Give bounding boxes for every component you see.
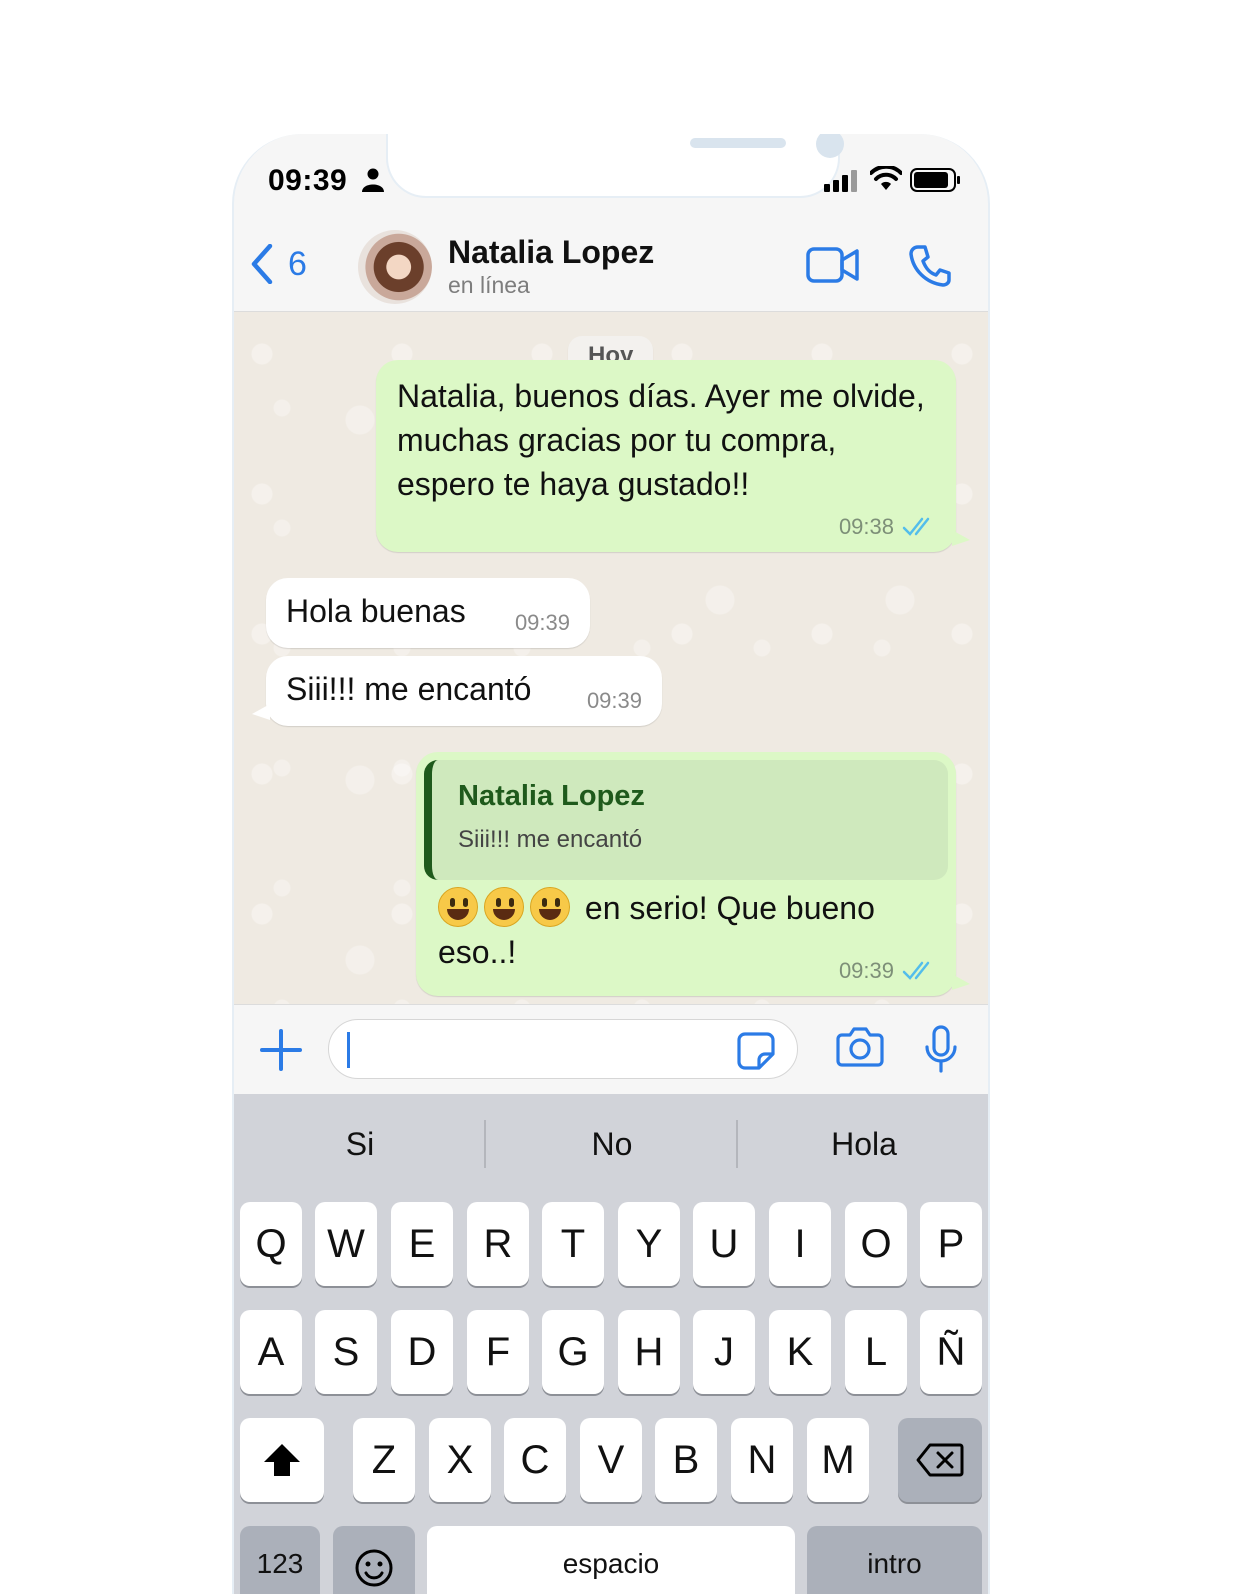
key-h[interactable]: H — [618, 1310, 680, 1394]
message-time: 09:39 — [586, 688, 642, 713]
key-r[interactable]: R — [467, 1202, 529, 1286]
key-y[interactable]: Y — [618, 1202, 680, 1286]
message-incoming[interactable]: Siii!!! me encantó 09:39 — [252, 656, 662, 726]
space-key[interactable]: espacio — [427, 1526, 795, 1594]
backspace-icon — [916, 1443, 964, 1477]
key-e[interactable]: E — [391, 1202, 453, 1286]
grinning-face-emoji — [484, 887, 524, 927]
plus-icon[interactable] — [260, 1029, 302, 1071]
key-t[interactable]: T — [542, 1202, 604, 1286]
key-m[interactable]: M — [807, 1418, 869, 1502]
avatar[interactable] — [358, 230, 432, 304]
microphone-icon[interactable] — [924, 1025, 958, 1073]
person-icon — [362, 168, 384, 192]
message-text: Siii!!! me encantó — [286, 671, 532, 707]
back-count: 6 — [288, 244, 307, 283]
message-input-bar — [234, 1004, 988, 1094]
double-check-icon — [902, 517, 930, 536]
video-call-icon[interactable] — [806, 246, 860, 284]
emoji-icon — [355, 1549, 393, 1587]
message-incoming[interactable]: Hola buenas 09:39 — [266, 578, 590, 648]
key-u[interactable]: U — [693, 1202, 755, 1286]
suggestion-3[interactable]: Hola — [738, 1094, 988, 1194]
key-v[interactable]: V — [580, 1418, 642, 1502]
key-p[interactable]: P — [920, 1202, 982, 1286]
message-time: 09:39 — [838, 958, 894, 983]
battery-icon — [910, 168, 960, 192]
keyboard: Si No Hola Q W E R T Y U I O P A S D F G… — [234, 1094, 988, 1594]
key-q[interactable]: Q — [240, 1202, 302, 1286]
key-i[interactable]: I — [769, 1202, 831, 1286]
sticker-icon[interactable] — [737, 1032, 775, 1070]
double-check-icon — [902, 961, 930, 980]
message-outgoing-reply[interactable]: Natalia Lopez Siii!!! me encantó en seri… — [416, 752, 970, 996]
key-c[interactable]: C — [504, 1418, 566, 1502]
key-l[interactable]: L — [845, 1310, 907, 1394]
contact-status: en línea — [448, 272, 530, 298]
numbers-key[interactable]: 123 — [240, 1526, 320, 1594]
text-caret — [347, 1032, 350, 1068]
contact-name[interactable]: Natalia Lopez — [448, 234, 654, 271]
phone-frame: 09:39 6 Natalia Lopez en línea Hoy Natal… — [232, 134, 990, 1594]
voice-call-icon[interactable] — [908, 244, 952, 288]
grinning-face-emoji — [530, 887, 570, 927]
emoji-key[interactable] — [333, 1526, 415, 1594]
key-g[interactable]: G — [542, 1310, 604, 1394]
message-outgoing[interactable]: Natalia, buenos días. Ayer me olvide, mu… — [376, 360, 970, 552]
key-d[interactable]: D — [391, 1310, 453, 1394]
message-text: Hola buenas — [286, 593, 466, 629]
quoted-message[interactable]: Natalia Lopez Siii!!! me encantó — [424, 760, 948, 880]
key-a[interactable]: A — [240, 1310, 302, 1394]
key-w[interactable]: W — [315, 1202, 377, 1286]
suggestion-1[interactable]: Si — [234, 1094, 486, 1194]
message-text: Natalia, buenos días. Ayer me olvide, mu… — [397, 378, 925, 502]
key-o[interactable]: O — [845, 1202, 907, 1286]
key-s[interactable]: S — [315, 1310, 377, 1394]
status-bar: 09:39 — [234, 134, 988, 214]
signal-icon — [824, 170, 857, 192]
camera-icon[interactable] — [836, 1027, 884, 1067]
status-time: 09:39 — [268, 164, 348, 197]
message-time: 09:39 — [514, 610, 570, 635]
key-x[interactable]: X — [429, 1418, 491, 1502]
key-j[interactable]: J — [693, 1310, 755, 1394]
key-enye[interactable]: Ñ — [920, 1310, 982, 1394]
quoted-text: Siii!!! me encantó — [458, 826, 643, 853]
return-key[interactable]: intro — [807, 1526, 982, 1594]
key-k[interactable]: K — [769, 1310, 831, 1394]
message-time: 09:38 — [838, 514, 894, 539]
chat-header: 6 Natalia Lopez en línea — [234, 214, 988, 312]
quoted-sender: Natalia Lopez — [458, 780, 645, 812]
back-chevron-icon — [251, 244, 273, 284]
wifi-icon — [870, 166, 902, 190]
key-n[interactable]: N — [731, 1418, 793, 1502]
message-meta: 09:38 — [839, 514, 936, 540]
shift-icon — [264, 1444, 300, 1476]
shift-key[interactable] — [240, 1418, 324, 1502]
chat-area[interactable]: Hoy Natalia, buenos días. Ayer me olvide… — [234, 312, 988, 1004]
grinning-face-emoji — [438, 887, 478, 927]
message-meta: 09:39 — [839, 958, 936, 984]
key-f[interactable]: F — [467, 1310, 529, 1394]
backspace-key[interactable] — [898, 1418, 982, 1502]
message-input[interactable] — [328, 1019, 798, 1079]
suggestion-2[interactable]: No — [486, 1094, 738, 1194]
key-z[interactable]: Z — [353, 1418, 415, 1502]
key-b[interactable]: B — [655, 1418, 717, 1502]
back-button[interactable]: 6 — [250, 244, 307, 284]
